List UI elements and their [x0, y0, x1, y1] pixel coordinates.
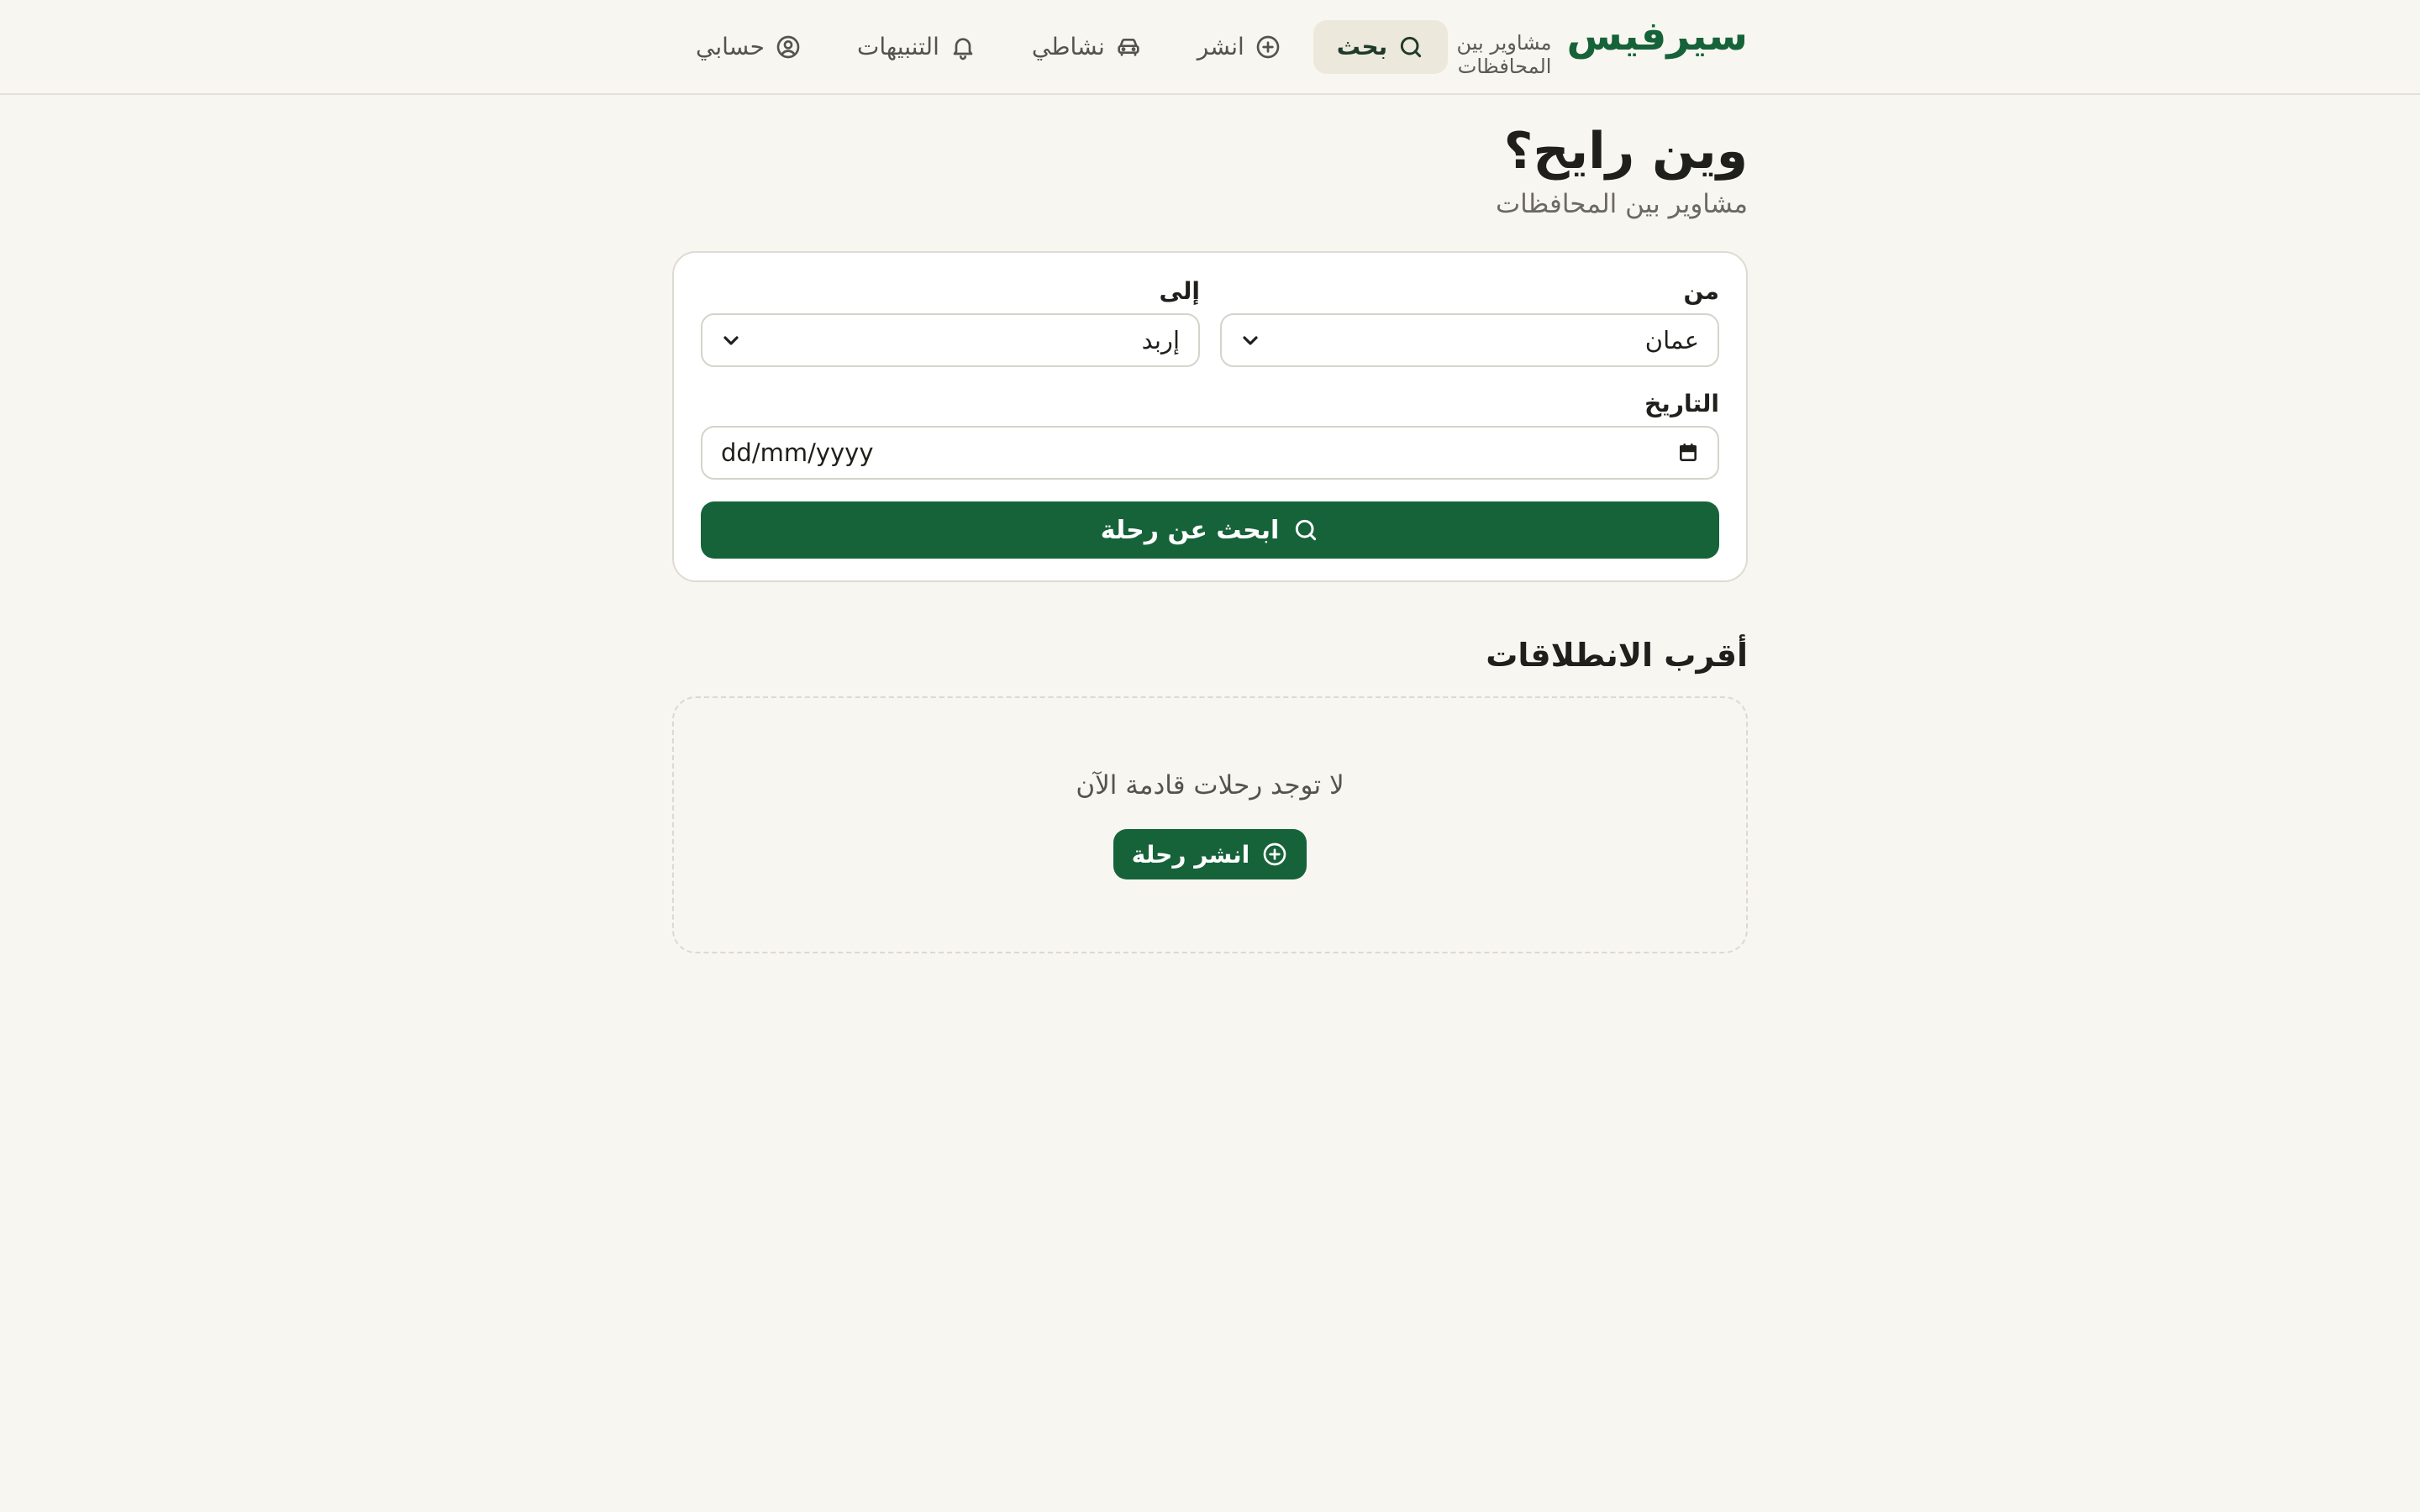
route-row: من عمان إلى إربد: [701, 275, 1719, 367]
brand-tagline: مشاوير بين المحافظات: [1456, 30, 1552, 78]
nav-item-activity[interactable]: نشاطي: [1008, 20, 1165, 74]
search-trip-button[interactable]: ابحث عن رحلة: [701, 501, 1719, 559]
nav-item-label: حسابي: [696, 33, 765, 60]
main-nav: بحث انشر نشاطي التنبيهات حسابي: [672, 19, 1449, 74]
search-icon: [1401, 36, 1422, 57]
nav-item-label: بحث: [1336, 33, 1388, 60]
search-card: من عمان إلى إربد التاريخ dd/mm/yyyy ابحث…: [672, 251, 1748, 582]
from-field: من عمان: [1220, 275, 1719, 367]
bell-icon: [953, 37, 973, 60]
publish-trip-button[interactable]: انشر رحلة: [1113, 829, 1307, 879]
from-select[interactable]: عمان: [1220, 313, 1719, 367]
date-label: التاريخ: [1644, 390, 1719, 417]
date-field: التاريخ dd/mm/yyyy: [701, 387, 1719, 480]
calendar-icon[interactable]: [1677, 442, 1699, 464]
nav-item-label: انشر: [1197, 33, 1244, 60]
empty-state-text: لا توجد رحلات قادمة الآن: [1076, 770, 1344, 801]
nav-item-label: نشاطي: [1031, 33, 1105, 60]
brand[interactable]: سيرفيس مشاوير بين المحافظات: [1448, 16, 1748, 78]
to-field: إلى إربد: [701, 275, 1200, 367]
main-content: وين رايح؟ مشاوير بين المحافظات من عمان إ…: [672, 122, 1748, 953]
to-label: إلى: [1159, 277, 1200, 305]
date-input-placeholder: dd/mm/yyyy: [721, 438, 874, 467]
nav-item-publish[interactable]: انشر: [1174, 20, 1305, 74]
from-label: من: [1683, 277, 1719, 305]
date-input[interactable]: dd/mm/yyyy: [701, 426, 1719, 480]
nav-item-label: التنبيهات: [856, 33, 939, 60]
user-circle-icon: [776, 35, 800, 58]
top-bar: سيرفيس مشاوير بين المحافظات بحث انشر نشا…: [0, 0, 2420, 95]
page-title: وين رايح؟: [1503, 122, 1748, 181]
to-select-value: إربد: [1141, 326, 1180, 354]
chevron-down-icon: [1243, 336, 1258, 345]
chevron-down-icon: [723, 336, 739, 345]
car-icon: [1118, 38, 1139, 56]
publish-trip-button-label: انشر رحلة: [1131, 840, 1250, 869]
from-select-value: عمان: [1644, 326, 1699, 354]
departures-title: أقرب الانطلاقات: [1486, 637, 1748, 674]
brand-name: سيرفيس: [1566, 12, 1748, 60]
plus-circle-icon: [1256, 35, 1280, 58]
search-icon: [1296, 519, 1317, 541]
nav-item-search[interactable]: بحث: [1313, 19, 1449, 74]
departures-empty-state: لا توجد رحلات قادمة الآن انشر رحلة: [672, 696, 1748, 953]
to-select[interactable]: إربد: [701, 313, 1200, 367]
search-trip-button-label: ابحث عن رحلة: [1100, 515, 1280, 545]
nav-item-notifications[interactable]: التنبيهات: [834, 20, 1000, 74]
top-bar-inner: سيرفيس مشاوير بين المحافظات بحث انشر نشا…: [672, 0, 1748, 93]
page-subtitle: مشاوير بين المحافظات: [1495, 189, 1748, 219]
plus-circle-icon: [1263, 843, 1286, 866]
nav-item-account[interactable]: حسابي: [672, 20, 825, 74]
